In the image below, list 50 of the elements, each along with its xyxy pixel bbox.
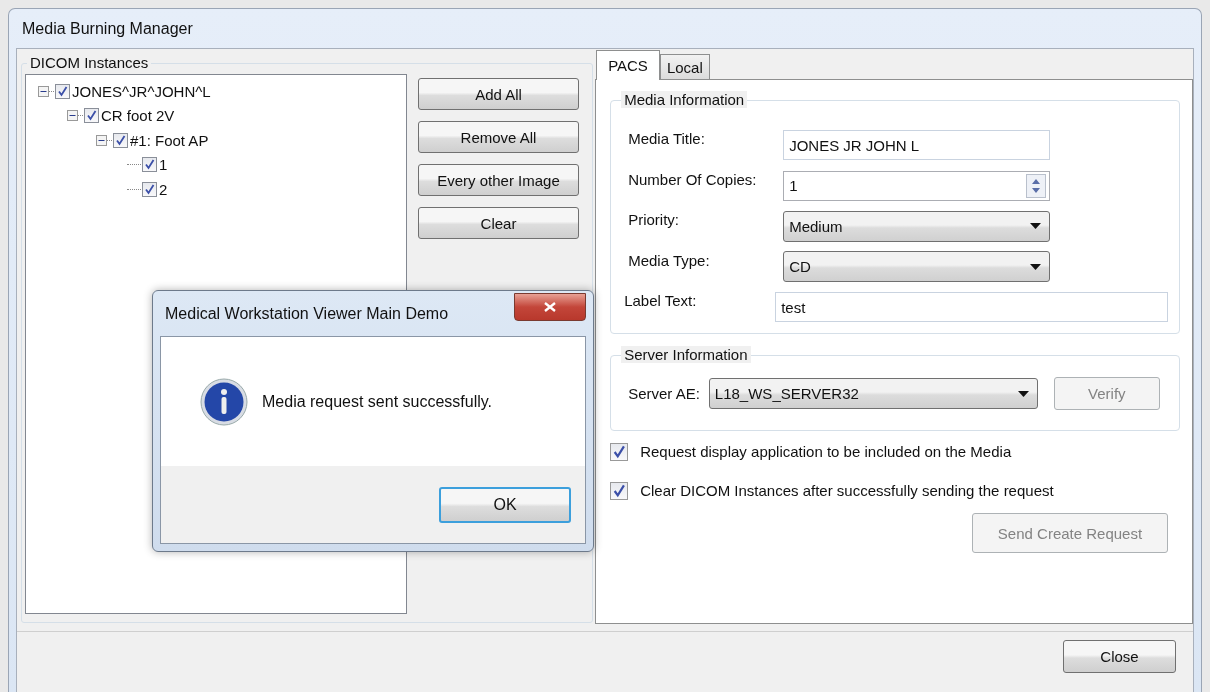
checkbox[interactable] bbox=[142, 181, 157, 197]
field-label: Media Title: bbox=[628, 129, 706, 147]
collapse-icon[interactable] bbox=[67, 110, 78, 122]
field-label: Server AE: bbox=[628, 385, 700, 402]
dropdown-arrow-icon bbox=[1030, 223, 1042, 230]
dropdown[interactable]: L18_WS_SERVER32 bbox=[708, 378, 1038, 409]
field-label: Priority: bbox=[628, 210, 680, 228]
spin-arrows-icon[interactable] bbox=[1026, 173, 1047, 198]
dropdown[interactable]: Medium bbox=[783, 210, 1051, 242]
action-button[interactable]: Every other Image bbox=[418, 164, 579, 196]
dropdown[interactable]: CD bbox=[783, 251, 1051, 283]
tab[interactable]: Local bbox=[659, 54, 710, 79]
checkbox[interactable] bbox=[610, 442, 629, 461]
window-title: Media Burning Manager bbox=[22, 19, 193, 38]
collapse-icon[interactable] bbox=[96, 134, 107, 146]
close-button[interactable] bbox=[514, 292, 586, 321]
checkbox[interactable] bbox=[610, 481, 629, 500]
dialog-title: Medical Workstation Viewer Main Demo bbox=[165, 304, 449, 323]
group-title: Media Information bbox=[621, 91, 748, 108]
checkbox[interactable] bbox=[55, 83, 70, 99]
input-field[interactable]: JONES JR JOHN L bbox=[783, 130, 1051, 161]
checkbox-label[interactable]: Request display application to be included on the Media bbox=[640, 443, 1012, 460]
tree-item[interactable]: 1 bbox=[159, 156, 168, 174]
tab[interactable]: PACS bbox=[596, 50, 660, 80]
action-button[interactable]: Clear bbox=[418, 207, 579, 239]
field-value: 1 bbox=[789, 177, 798, 195]
field-label: Label Text: bbox=[624, 291, 698, 309]
checkbox-label[interactable]: Clear DICOM Instances after successfully sending the request bbox=[640, 482, 1054, 499]
spinner-field[interactable]: 1 bbox=[783, 170, 1051, 201]
tree-item[interactable]: JONES^JR^JOHN^L bbox=[72, 82, 211, 100]
ok-button[interactable]: OK bbox=[439, 486, 571, 523]
field-label: Media Type: bbox=[628, 250, 711, 269]
group-title: Server Information bbox=[621, 346, 751, 363]
field-label: Number Of Copies: bbox=[628, 169, 758, 188]
close-icon bbox=[544, 301, 556, 312]
tree-item[interactable]: CR foot 2V bbox=[101, 107, 175, 125]
input-field[interactable]: test bbox=[775, 292, 1169, 323]
action-button[interactable]: Remove All bbox=[418, 121, 579, 153]
collapse-icon[interactable] bbox=[38, 85, 49, 97]
info-icon bbox=[200, 377, 248, 426]
dialog-message: Media request sent successfully. bbox=[262, 392, 493, 411]
close-button[interactable]: Close bbox=[1063, 640, 1176, 673]
action-button[interactable]: Add All bbox=[418, 78, 579, 110]
checkbox[interactable] bbox=[113, 132, 128, 148]
checkbox[interactable] bbox=[142, 157, 157, 173]
tree-item[interactable]: #1: Foot AP bbox=[130, 131, 209, 149]
dropdown-arrow-icon bbox=[1030, 263, 1042, 270]
checkbox[interactable] bbox=[84, 108, 99, 124]
tree-item[interactable]: 2 bbox=[159, 180, 168, 198]
dropdown-arrow-icon bbox=[1017, 390, 1029, 397]
